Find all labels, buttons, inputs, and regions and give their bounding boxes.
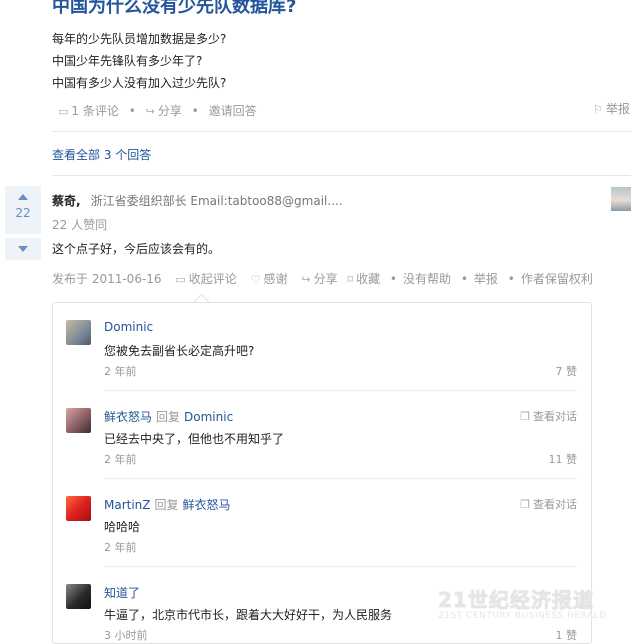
reply-label: 回复 (154, 498, 179, 512)
collapse-comments-link[interactable]: ▭ 收起评论 (175, 272, 236, 286)
question-detail-line-3: 中国有多少人没有加入过少先队? (52, 76, 227, 90)
reply-to-name[interactable]: Dominic (184, 410, 233, 424)
comment-header: 鲜衣怒马 回复 Dominic (104, 408, 233, 425)
thanks-link[interactable]: ♡ 感谢 (251, 272, 288, 286)
arrow-up-icon (18, 194, 28, 200)
comment-time: 2 年前 (104, 365, 137, 378)
favorite-link[interactable]: ⌑ 收藏 (347, 272, 380, 286)
flag-icon: ⚐ (593, 103, 603, 116)
reply-label: 回复 (156, 410, 181, 424)
author-bio: 浙江省委组织部长 Email:tabtoo88@gmail.... (90, 194, 343, 208)
answer-likes[interactable]: 22 人赞同 (52, 216, 107, 233)
comment-likes[interactable]: 1 赞 (556, 627, 578, 643)
conversation-icon: ❐ (520, 410, 530, 423)
share-icon: ↪ (145, 105, 155, 118)
divider (104, 566, 577, 567)
question-report-link[interactable]: ⚐ 举报 (593, 100, 630, 117)
question-title[interactable]: 中国为什么没有少先队数据库? (52, 0, 296, 18)
invite-answer-link[interactable]: 邀请回答 (209, 104, 257, 118)
answer-date[interactable]: 发布于 2011-06-16 (52, 272, 162, 286)
question-actions: ▭ 1 条评论 • ↪ 分享 • 邀请回答 (58, 104, 257, 118)
commenter-avatar[interactable] (66, 408, 91, 433)
view-all-answers-link[interactable]: 查看全部 3 个回答 (52, 146, 151, 163)
comment-likes[interactable]: 11 赞 (549, 451, 578, 467)
comment-icon: ▭ (175, 273, 186, 286)
comment-time: 3 小时前 (104, 629, 148, 642)
heart-icon: ♡ (250, 273, 261, 286)
answer-actions: 发布于 2011-06-16 ▭ 收起评论 ♡ 感谢 ↪ 分享 ⌑ 收藏 • 没有帮助 •… (52, 272, 593, 286)
copyright-link[interactable]: 作者保留权利 (521, 272, 593, 286)
arrow-down-icon (18, 246, 28, 252)
comment-header: MartinZ 回复 鲜衣怒马 (104, 496, 231, 513)
commenter-avatar[interactable] (66, 320, 91, 345)
commenter-name[interactable]: Dominic (104, 320, 153, 334)
divider (104, 390, 577, 391)
answer-content: 这个点子好，今后应该会有的。 (52, 242, 221, 256)
question-detail-line-1: 每年的少先队员增加数据是多少? (52, 32, 227, 46)
question-share-link[interactable]: ↪ 分享 (146, 104, 182, 118)
downvote-button[interactable] (5, 238, 41, 260)
divider (104, 478, 577, 479)
divider (52, 131, 631, 132)
upvote-button[interactable]: 22 (5, 186, 41, 234)
answer-author: 蔡奇, 浙江省委组织部长 Email:tabtoo88@gmail.... (52, 192, 343, 209)
bookmark-icon: ⌑ (347, 273, 354, 286)
comment-text: 牛逼了，北京市代市长，跟着大大好好干，为人民服务 (104, 608, 393, 622)
author-avatar[interactable] (611, 187, 631, 211)
question-comments-link[interactable]: ▭ 1 条评论 (58, 104, 119, 118)
answer-share-link[interactable]: ↪ 分享 (301, 272, 337, 286)
answer-report-link[interactable]: 举报 (474, 272, 498, 286)
share-icon: ↪ (301, 273, 311, 286)
commenter-name[interactable]: 知道了 (104, 584, 140, 601)
comment-time: 2 年前 (104, 453, 137, 466)
comment-text: 已经去中央了，但他也不用知乎了 (104, 432, 285, 446)
unhelpful-link[interactable]: 没有帮助 (403, 272, 451, 286)
question-detail-line-2: 中国少年先锋队有多少年了? (52, 54, 203, 68)
comment-time: 2 年前 (104, 541, 137, 554)
conversation-icon: ❐ (520, 498, 530, 511)
author-name[interactable]: 蔡奇, (52, 194, 81, 208)
comment-text: 您被免去副省长必定高升吧? (104, 344, 255, 358)
comment-text: 哈哈哈 (104, 520, 141, 534)
comment-icon: ▭ (58, 105, 69, 118)
view-conversation-link[interactable]: ❐ 查看对话 (520, 408, 577, 424)
vote-count: 22 (15, 206, 31, 220)
commenter-avatar[interactable] (66, 496, 91, 521)
commenter-avatar[interactable] (66, 584, 91, 609)
publisher-watermark: 21世纪经济报道 21ST CENTURY BUSINESS HERALD (438, 588, 607, 621)
commenter-name[interactable]: MartinZ (104, 498, 151, 512)
reply-to-name[interactable]: 鲜衣怒马 (183, 498, 231, 512)
view-conversation-link[interactable]: ❐ 查看对话 (520, 496, 577, 512)
comment-likes[interactable]: 7 赞 (556, 363, 578, 379)
commenter-name[interactable]: 鲜衣怒马 (104, 410, 152, 424)
divider (52, 175, 631, 176)
